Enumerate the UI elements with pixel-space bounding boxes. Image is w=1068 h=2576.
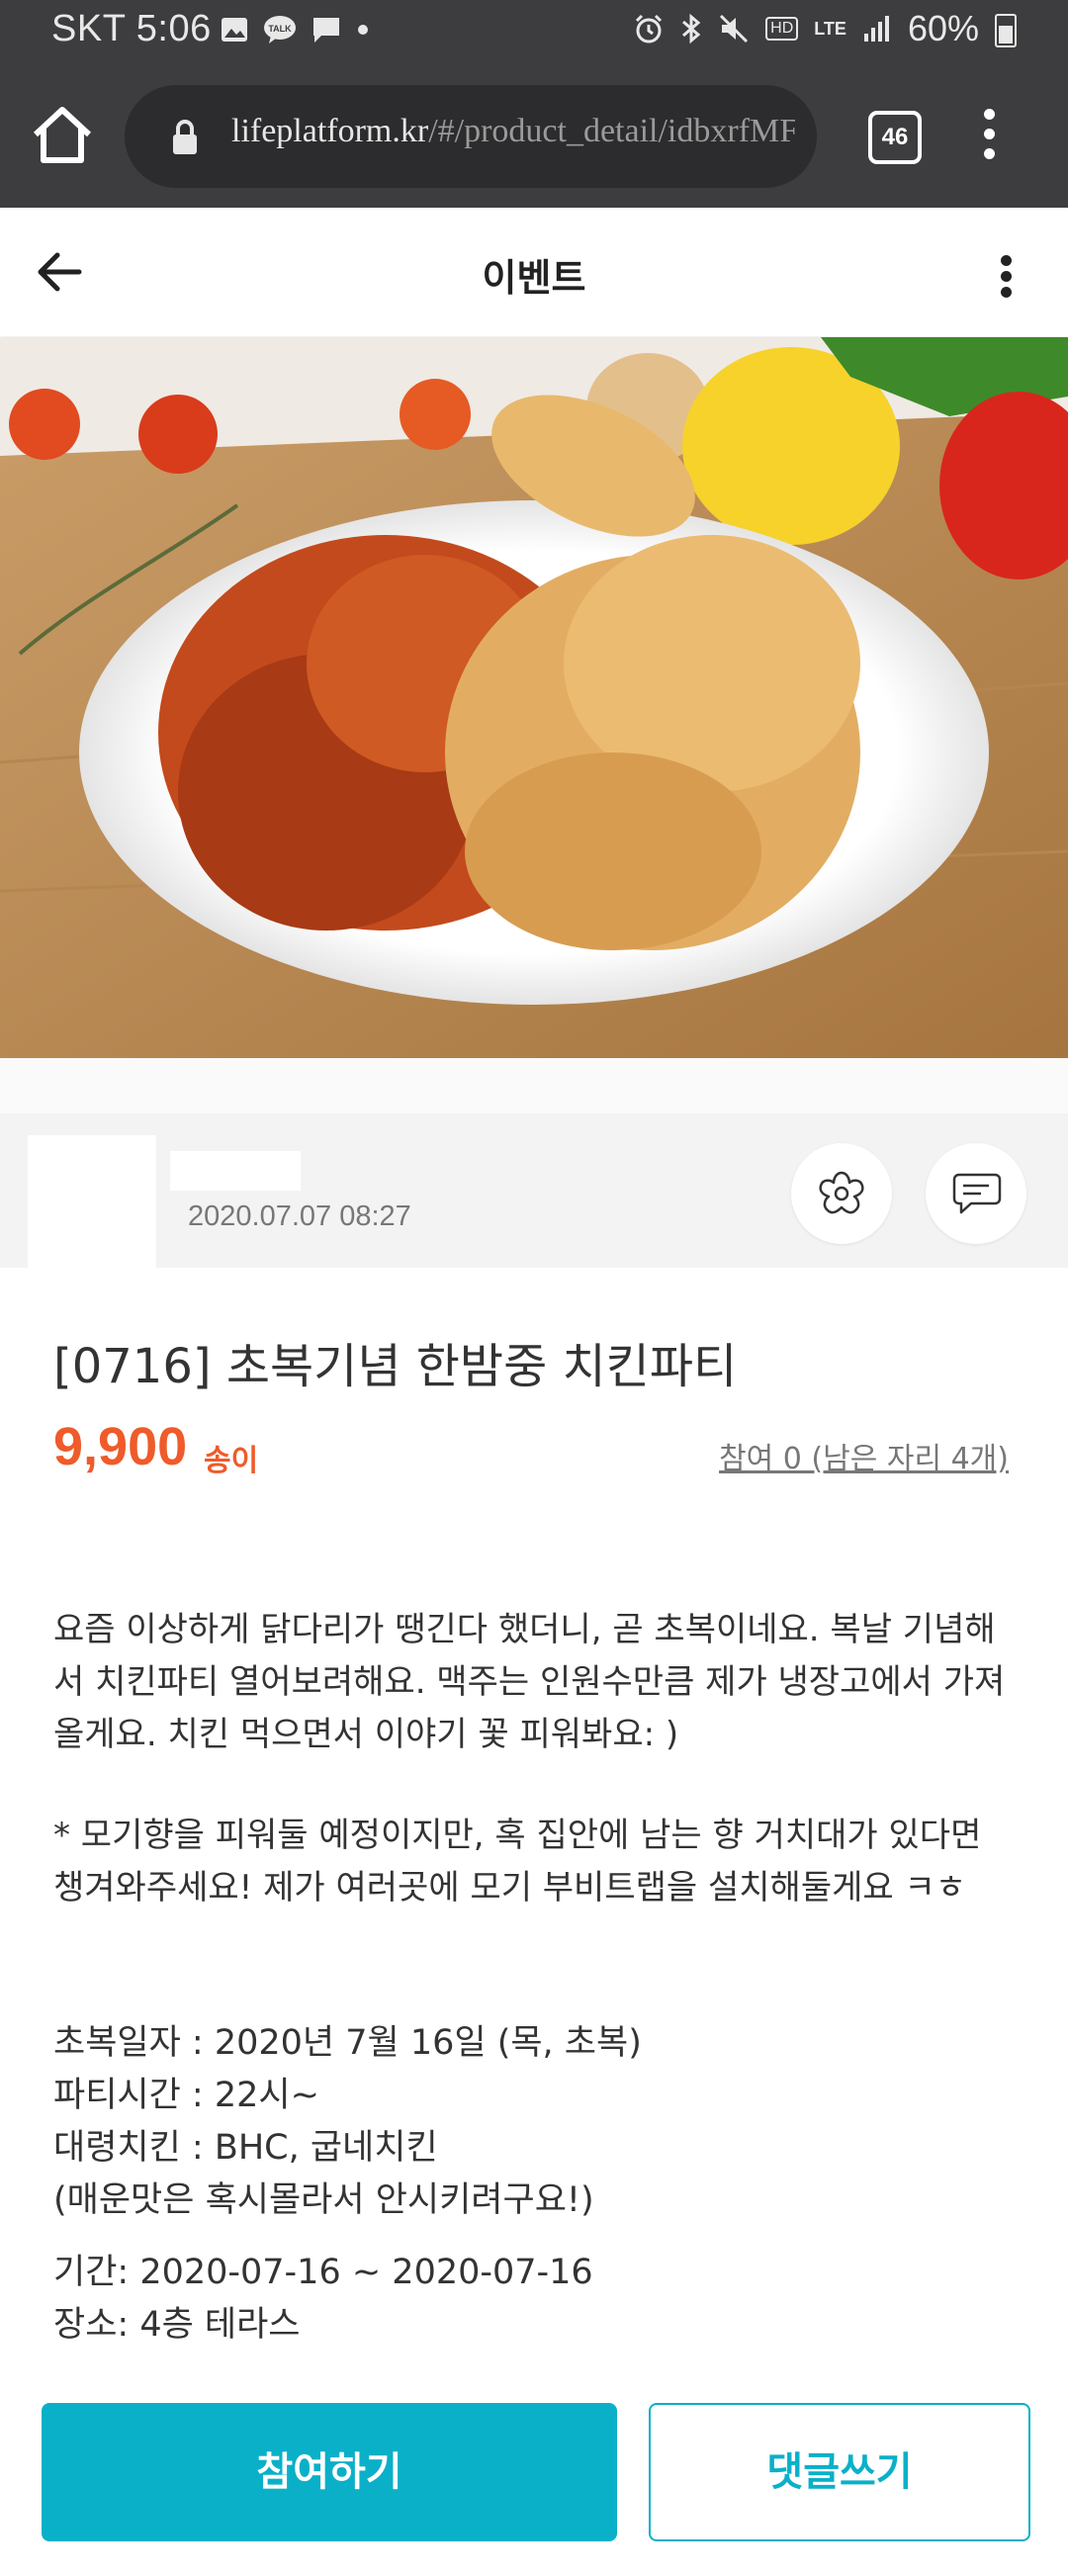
- hd-voice-badge: HD: [765, 17, 799, 41]
- event-description-1: 요즘 이상하게 닭다리가 땡긴다 했더니, 곧 초복이네요. 복날 기념해서 치…: [53, 1610, 1006, 1754]
- status-bar: SKT 5:06 TALK HD LTE 60%: [0, 0, 1068, 65]
- join-button[interactable]: 참여하기: [42, 2403, 617, 2541]
- browser-menu-icon[interactable]: [975, 105, 1005, 164]
- flower-like-icon: [819, 1171, 864, 1214]
- home-icon[interactable]: [30, 103, 95, 168]
- dot-icon: [358, 25, 368, 35]
- participants-link[interactable]: 참여 0 (남은 자리 4개): [719, 1434, 1009, 1477]
- signal-icon: [863, 16, 889, 42]
- chat-button[interactable]: [926, 1143, 1026, 1244]
- mute-icon: [720, 14, 749, 44]
- url-path: /#/product_detail/idbxrfMF: [428, 113, 795, 149]
- post-date: 2020.07.07 08:27: [188, 1200, 411, 1232]
- chat-bubble-icon: [952, 1173, 1002, 1214]
- detail-date: 초복일자 : 2020년 7월 16일 (목, 초복): [53, 2023, 642, 2063]
- detail-chicken: 대령치킨 : BHC, 굽네치킨: [53, 2128, 438, 2168]
- event-detail-card: [0716] 초복기념 한밤중 치킨파티 9,900 송이 참여 0 (남은 자…: [0, 1268, 1068, 2576]
- lte-badge: LTE: [814, 18, 846, 39]
- host-info: 2020.07.07 08:27: [0, 1113, 1068, 1305]
- like-button[interactable]: [791, 1143, 892, 1244]
- url-host: lifeplatform.kr: [231, 113, 429, 149]
- detail-note: (매운맛은 혹시몰라서 안시키려구요!): [53, 2180, 594, 2220]
- event-hero-image: [0, 337, 1068, 1058]
- more-menu-icon[interactable]: [992, 251, 1022, 301]
- system-status: HD LTE 60%: [633, 8, 1017, 49]
- carrier-time: SKT 5:06: [51, 8, 212, 49]
- event-place: 장소: 4층 테라스: [53, 2305, 301, 2345]
- battery-percent: 60%: [907, 8, 979, 48]
- event-period: 기간: 2020-07-16 ~ 2020-07-16: [53, 2253, 593, 2292]
- address-bar[interactable]: lifeplatform.kr/#/product_detail/idbxrfM…: [125, 85, 817, 188]
- page-title: 이벤트: [482, 256, 586, 300]
- event-price: 9,900: [53, 1417, 188, 1476]
- app-header: 이벤트: [0, 208, 1068, 336]
- url-text: lifeplatform.kr/#/product_detail/idbxrfM…: [231, 113, 795, 150]
- lock-icon: [173, 120, 197, 154]
- message-icon: [313, 18, 339, 43]
- hero-divider: [0, 1058, 1068, 1113]
- detail-time: 파티시간 : 22시~: [53, 2076, 319, 2115]
- browser-toolbar: lifeplatform.kr/#/product_detail/idbxrfM…: [0, 65, 1068, 208]
- event-title: [0716] 초복기념 한밤중 치킨파티: [53, 1339, 738, 1394]
- event-description-2: * 모기향을 피워둘 예정이지만, 혹 집안에 남는 향 거치대가 있다면 챙겨…: [53, 1816, 982, 1908]
- alarm-icon: [636, 14, 663, 44]
- write-comment-button[interactable]: 댓글쓰기: [649, 2403, 1030, 2541]
- tab-switcher-button[interactable]: 46: [868, 111, 922, 164]
- price-unit: 송이: [204, 1444, 259, 1478]
- talk-icon: TALK: [264, 16, 296, 44]
- event-details: 초복일자 : 2020년 7월 16일 (목, 초복) 파티시간 : 22시~ …: [53, 2017, 1023, 2227]
- battery-icon: [995, 14, 1017, 47]
- gallery-icon: [222, 18, 247, 42]
- event-period-place: 기간: 2020-07-16 ~ 2020-07-16 장소: 4층 테라스: [53, 2247, 1023, 2352]
- bluetooth-icon: [682, 13, 701, 44]
- svg-text:TALK: TALK: [268, 24, 292, 34]
- host-name-redacted: [170, 1151, 301, 1191]
- notification-icons: TALK: [220, 14, 370, 45]
